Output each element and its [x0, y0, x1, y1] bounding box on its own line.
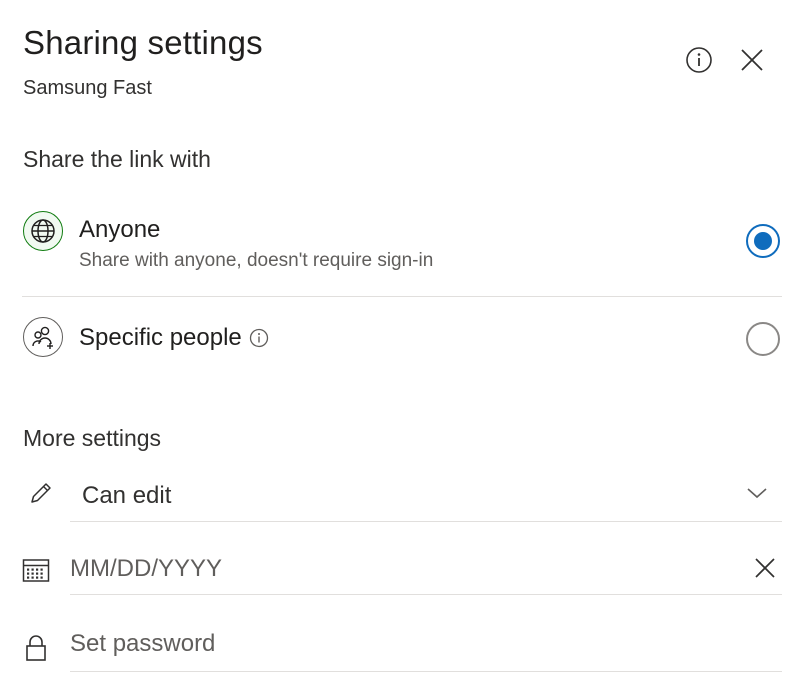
option-anyone[interactable]: Anyone Share with anyone, doesn't requir…: [22, 208, 782, 297]
dialog-subtitle: Samsung Fast: [23, 77, 152, 99]
radio-specific-people[interactable]: [746, 322, 780, 356]
expiration-row: [22, 545, 782, 595]
permission-dropdown[interactable]: Can edit: [22, 470, 782, 522]
radio-selected-dot: [754, 232, 772, 250]
more-settings-heading: More settings: [23, 425, 162, 451]
share-section-heading: Share the link with: [23, 146, 211, 172]
people-icon: [23, 317, 63, 357]
chevron-down-icon: [747, 488, 767, 499]
option-anyone-label: Anyone: [79, 216, 161, 243]
close-icon: [741, 49, 763, 71]
dialog-title: Sharing settings: [23, 24, 263, 61]
pencil-icon: [31, 483, 51, 503]
password-row: [22, 620, 782, 672]
divider: [70, 521, 782, 522]
expiration-date-input[interactable]: [70, 545, 730, 593]
option-anyone-description: Share with anyone, doesn't require sign-…: [79, 250, 434, 271]
globe-icon: [23, 211, 63, 251]
close-icon: [755, 558, 775, 578]
divider: [70, 594, 782, 595]
info-button[interactable]: [684, 45, 714, 75]
password-input[interactable]: [70, 620, 730, 668]
option-specific-people[interactable]: Specific people: [22, 314, 782, 366]
divider: [70, 671, 782, 672]
close-button[interactable]: [737, 45, 767, 75]
lock-icon: [26, 635, 46, 661]
option-specific-label: Specific people: [79, 324, 242, 351]
info-icon: [686, 47, 712, 73]
calendar-icon[interactable]: [22, 557, 50, 583]
permission-label: Can edit: [82, 482, 172, 509]
option-specific-label-row: Specific people: [79, 324, 269, 352]
info-icon[interactable]: [249, 328, 269, 348]
radio-anyone[interactable]: [746, 224, 780, 258]
clear-date-button[interactable]: [750, 553, 780, 583]
